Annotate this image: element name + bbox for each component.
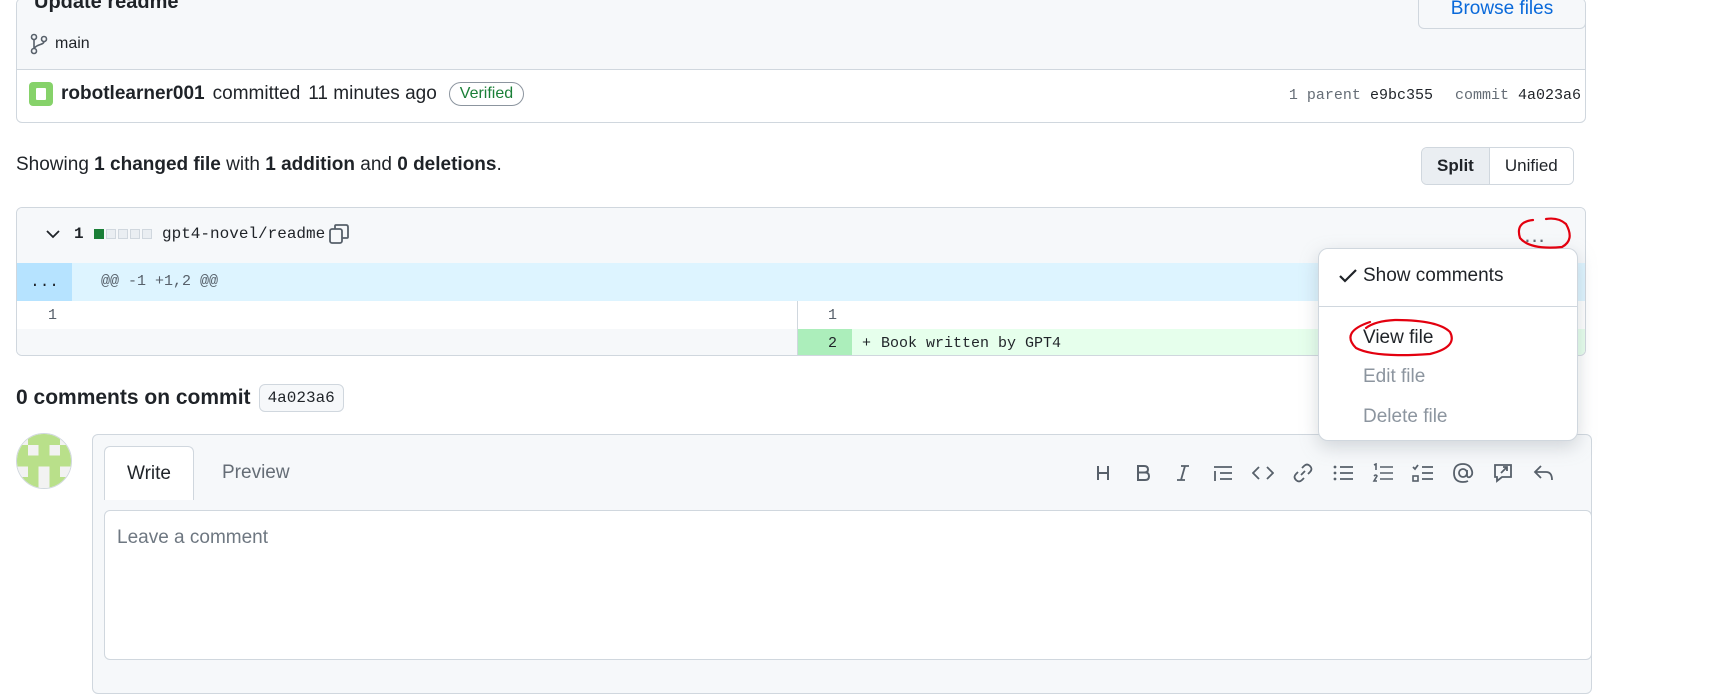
file-options-button[interactable]: ...: [1513, 222, 1557, 248]
copy-icon[interactable]: [327, 222, 351, 246]
menu-item-edit-file: Edit file: [1319, 358, 1577, 396]
browse-files-button[interactable]: Browse files: [1418, 0, 1585, 29]
commit-meta: 1 parent e9bc355 commit 4a023a6: [1289, 87, 1581, 104]
summary-changed-files[interactable]: 1 changed file: [94, 154, 221, 175]
left-line-number[interactable]: 1: [48, 307, 57, 324]
commit-title: Update readme: [34, 0, 179, 13]
menu-item-label: Edit file: [1363, 366, 1426, 387]
tab-preview[interactable]: Preview: [208, 446, 304, 500]
unordered-list-icon[interactable]: [1330, 460, 1356, 486]
menu-divider: [1319, 306, 1577, 307]
italic-icon[interactable]: [1170, 460, 1196, 486]
added-line-number-cell: 2: [798, 329, 852, 355]
chevron-down-icon[interactable]: [44, 225, 62, 243]
file-path[interactable]: gpt4-novel/readme: [162, 225, 325, 243]
reference-icon[interactable]: [1490, 460, 1516, 486]
menu-item-delete-file: Delete file: [1319, 398, 1577, 436]
expand-hunk-button[interactable]: ...: [17, 263, 72, 301]
ordered-list-icon[interactable]: [1370, 460, 1396, 486]
commit-time[interactable]: 11 minutes ago: [308, 83, 437, 105]
comment-textarea[interactable]: Leave a comment: [104, 510, 1592, 660]
branch-name: main: [55, 35, 90, 52]
commit-header: Update readme main Browse files robotlea…: [16, 0, 1586, 123]
parent-label: 1 parent: [1288, 87, 1361, 104]
added-line-text: Book written by GPT4: [881, 335, 1062, 352]
summary-prefix: Showing: [16, 154, 89, 175]
summary-and: and: [360, 154, 392, 175]
commit-sha-chip: 4a023a6: [258, 384, 344, 412]
parent-sha-link[interactable]: e9bc355: [1370, 87, 1433, 104]
quote-icon[interactable]: [1210, 460, 1236, 486]
author-name[interactable]: robotlearner001: [61, 83, 205, 105]
menu-item-show-comments[interactable]: Show comments: [1319, 257, 1577, 295]
summary-end: .: [496, 154, 502, 175]
diff-line-count: 1: [74, 225, 84, 243]
bold-icon[interactable]: [1130, 460, 1156, 486]
identicon-icon: [17, 434, 71, 488]
addition-marker: +: [862, 335, 872, 352]
reply-icon[interactable]: [1530, 460, 1556, 486]
user-avatar[interactable]: [16, 433, 72, 489]
heading-icon[interactable]: [1090, 460, 1116, 486]
branch-indicator[interactable]: main: [29, 33, 90, 55]
diff-view-toggle: Split Unified: [1421, 147, 1574, 185]
mention-icon[interactable]: [1450, 460, 1476, 486]
file-options-menu: Show comments View file Edit file Delete…: [1318, 248, 1578, 441]
check-icon: [1339, 269, 1357, 283]
verified-badge[interactable]: Verified: [448, 82, 525, 106]
right-line-number[interactable]: 2: [828, 335, 837, 352]
task-list-icon[interactable]: [1410, 460, 1436, 486]
hunk-header: @@ -1 +1,2 @@: [101, 273, 219, 290]
summary-deletions: 0 deletions: [397, 154, 497, 175]
right-line-number[interactable]: 1: [828, 307, 837, 324]
markdown-toolbar: [1090, 460, 1556, 486]
commit-title-bar: [17, 0, 1585, 70]
summary-additions: 1 addition: [265, 154, 355, 175]
commit-action: committed: [212, 83, 301, 104]
menu-item-label: Show comments: [1363, 265, 1504, 286]
comments-heading: 0 comments on commit 4a023a6: [16, 384, 344, 412]
menu-item-view-file[interactable]: View file: [1319, 319, 1577, 357]
code-icon[interactable]: [1250, 460, 1276, 486]
menu-item-label: Delete file: [1363, 406, 1448, 427]
commit-label: commit: [1454, 87, 1509, 104]
menu-item-label: View file: [1363, 327, 1434, 348]
link-icon[interactable]: [1290, 460, 1316, 486]
summary-with: with: [226, 154, 260, 175]
git-branch-icon: [30, 33, 48, 55]
tab-write[interactable]: Write: [104, 446, 194, 500]
unified-view-button[interactable]: Unified: [1488, 148, 1573, 184]
diffstat-bar: [94, 229, 152, 239]
comments-title: 0 comments on commit: [16, 386, 251, 409]
commit-author-row: robotlearner001 committed 11 minutes ago…: [29, 79, 525, 109]
commit-sha: 4a023a6: [1517, 87, 1581, 104]
author-avatar[interactable]: [29, 82, 53, 106]
diff-summary: Showing 1 changed file with 1 addition a…: [16, 154, 502, 176]
split-view-button[interactable]: Split: [1422, 148, 1489, 184]
